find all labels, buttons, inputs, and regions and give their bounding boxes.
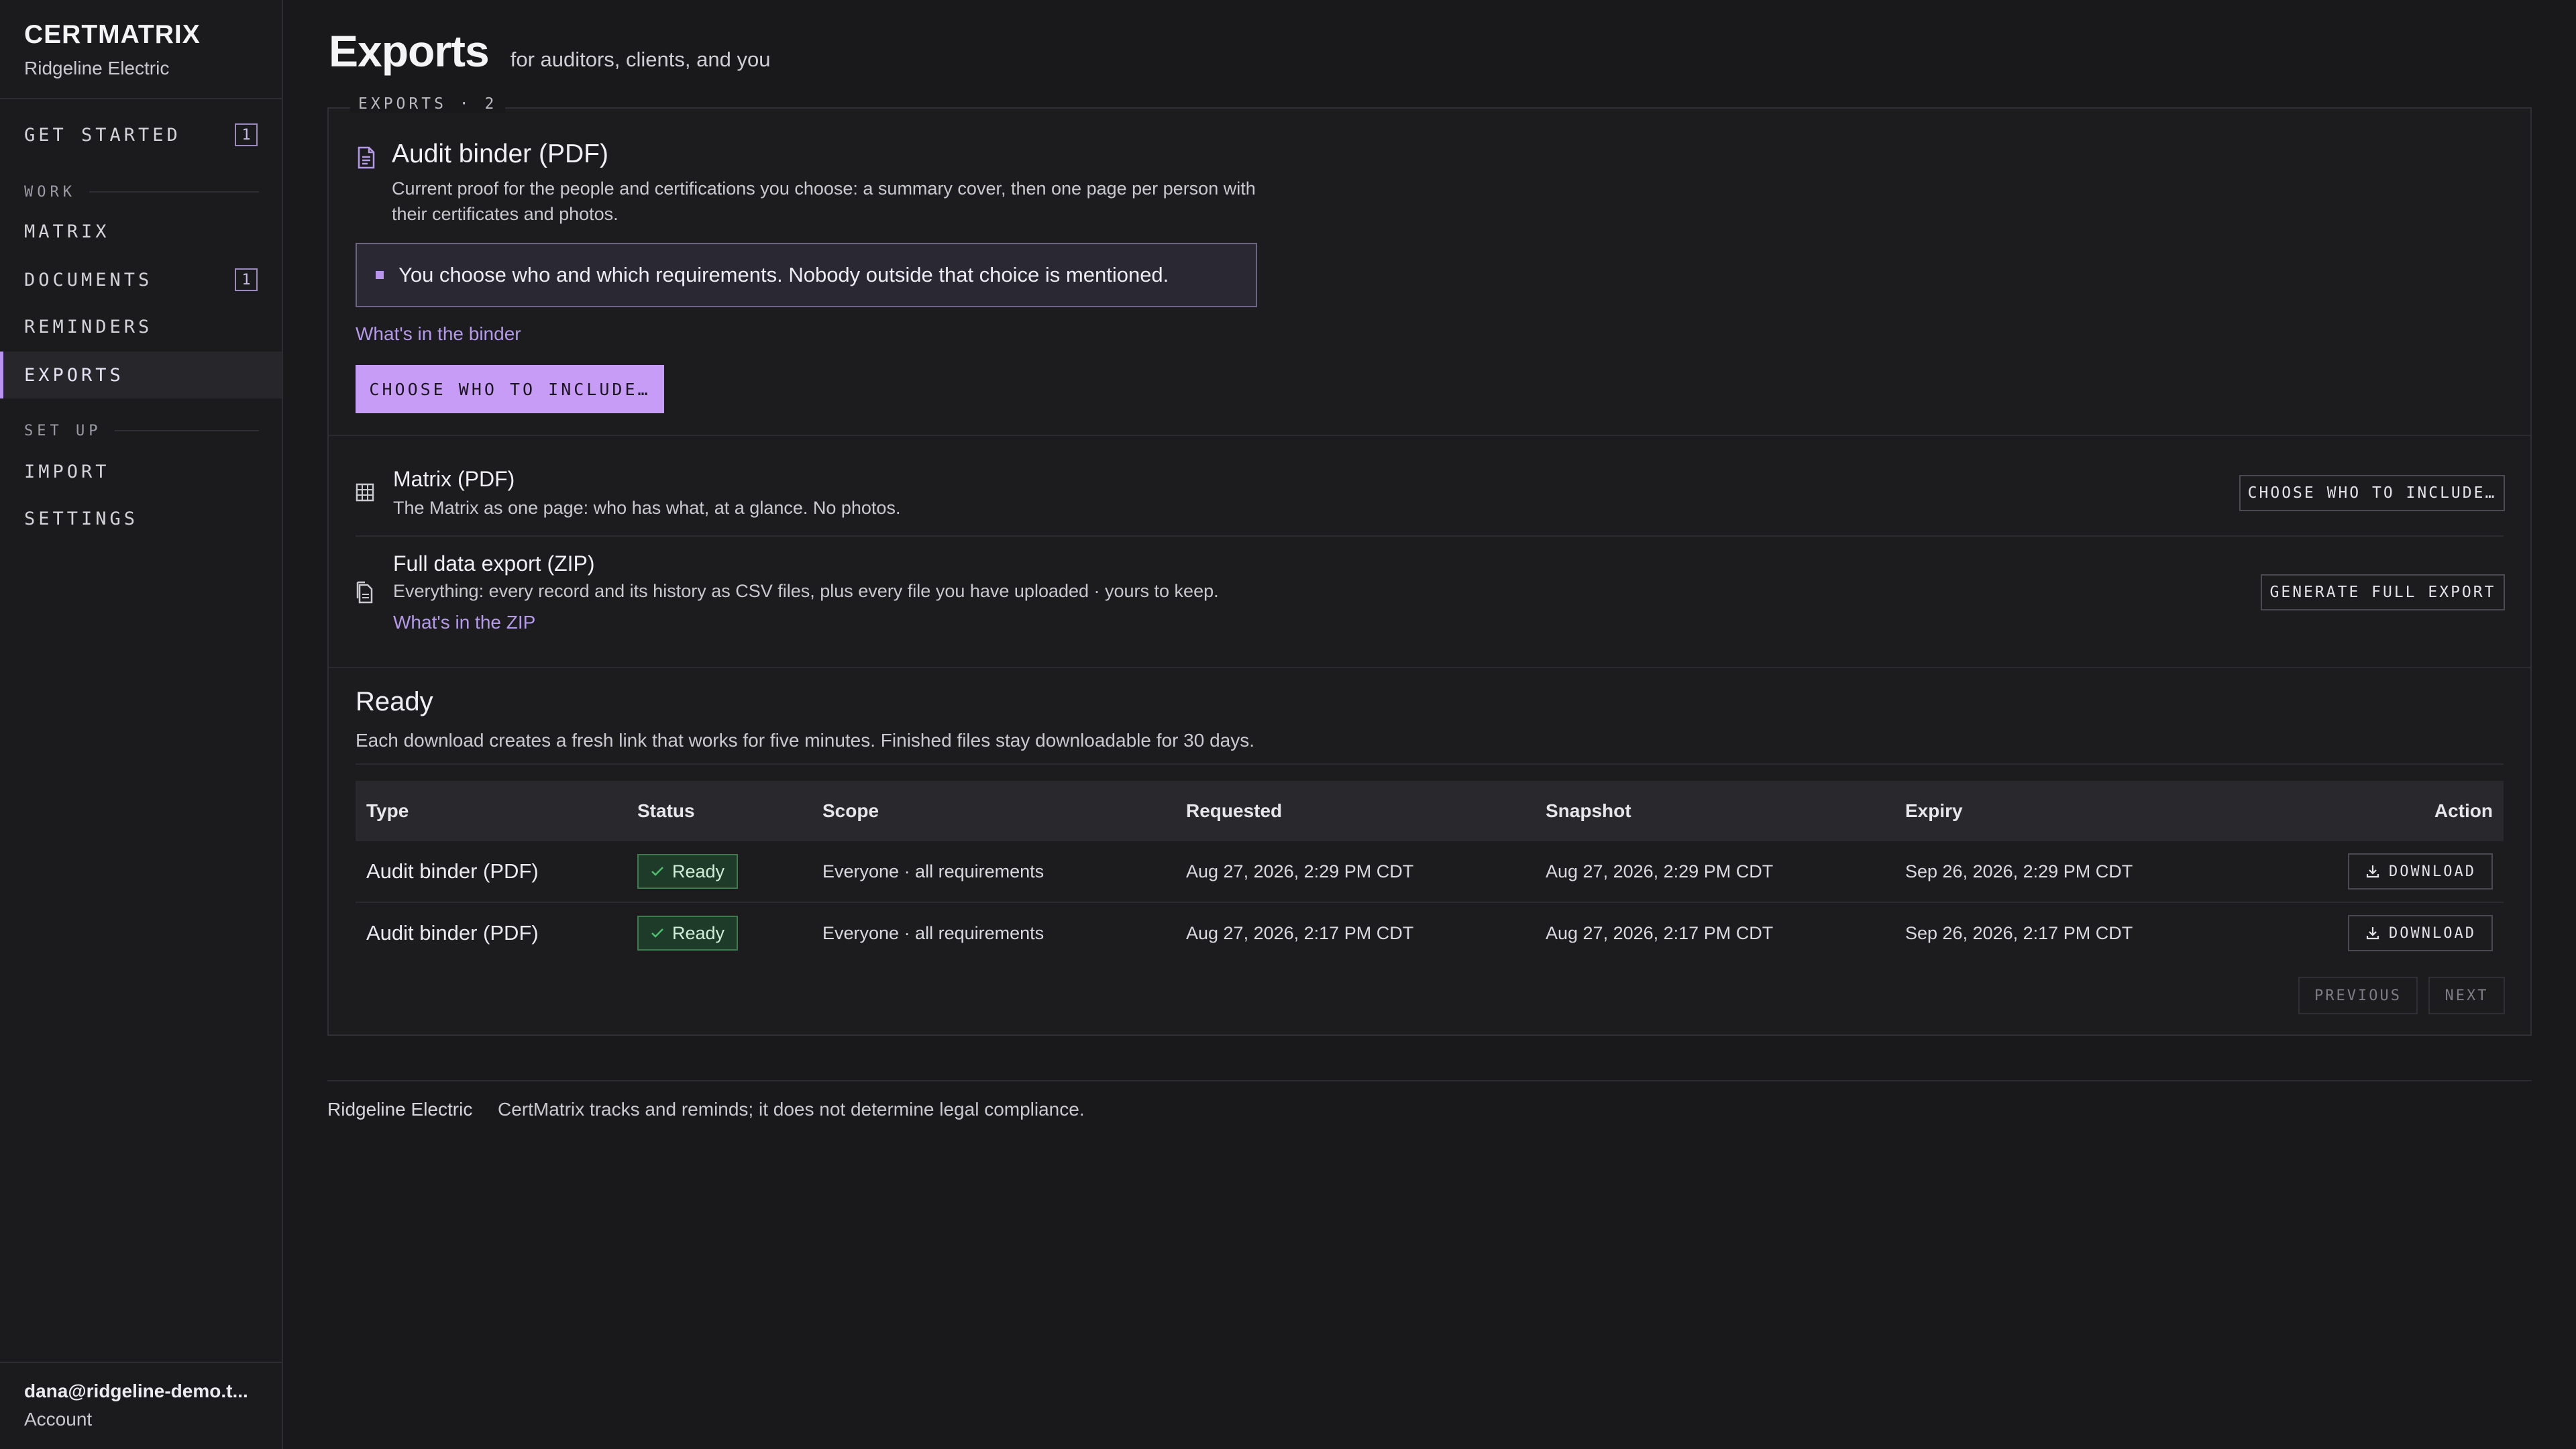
download-label: DOWNLOAD xyxy=(2389,863,2476,880)
check-icon xyxy=(651,928,663,938)
divider xyxy=(329,667,2530,668)
ready-title: Ready xyxy=(356,687,433,716)
row-type: Audit binder (PDF) xyxy=(366,859,539,883)
scope-callout: You choose who and which requirements. N… xyxy=(356,243,1257,307)
count-badge: 1 xyxy=(235,268,258,291)
page-subtitle: for auditors, clients, and you xyxy=(510,48,771,71)
count-badge: 1 xyxy=(235,123,258,146)
account-email: dana@ridgeline-demo.t... xyxy=(24,1381,248,1401)
row-type: Audit binder (PDF) xyxy=(366,921,539,945)
panel-legend: EXPORTS · 2 xyxy=(350,95,506,113)
divider xyxy=(329,435,2530,436)
footer-divider xyxy=(327,1080,2532,1081)
choose-who-matrix-button[interactable]: CHOOSE WHO TO INCLUDE… xyxy=(2239,475,2505,511)
nav-item-get-started[interactable]: GET STARTED 1 xyxy=(0,111,282,158)
column-header-snapshot: Snapshot xyxy=(1546,800,1631,821)
brand[interactable]: CERTMATRIX Ridgeline Electric xyxy=(24,20,201,79)
grid-icon xyxy=(356,483,374,502)
nav-item-exports[interactable]: EXPORTS xyxy=(0,352,282,398)
nav-item-matrix[interactable]: MATRIX xyxy=(0,208,282,255)
ready-description: Each download creates a fresh link that … xyxy=(356,730,1255,751)
matrix-pdf-description: The Matrix as one page: who has what, at… xyxy=(393,498,901,518)
nav-label: GET STARTED xyxy=(24,124,181,146)
generate-full-export-button[interactable]: GENERATE FULL EXPORT xyxy=(2261,574,2505,610)
nav-label: SETTINGS xyxy=(24,508,139,529)
column-header-type: Type xyxy=(366,800,409,821)
callout-text: You choose who and which requirements. N… xyxy=(398,263,1169,286)
matrix-pdf-title: Matrix (PDF) xyxy=(393,467,515,491)
row-expiry: Sep 26, 2026, 2:17 PM CDT xyxy=(1905,922,2133,943)
page-title: Exports xyxy=(329,26,490,76)
table-header: Type Status Scope Requested Snapshot Exp… xyxy=(356,781,2504,841)
bullet-icon xyxy=(376,271,384,279)
brand-org: Ridgeline Electric xyxy=(24,58,170,78)
full-export-title: Full data export (ZIP) xyxy=(393,551,595,576)
row-requested: Aug 27, 2026, 2:29 PM CDT xyxy=(1186,861,1414,881)
brand-name: CERTMATRIX xyxy=(24,20,201,49)
section-rule xyxy=(115,430,259,431)
divider xyxy=(356,535,2504,537)
row-scope: Everyone · all requirements xyxy=(822,861,1044,881)
nav-section-work: WORK xyxy=(24,182,259,202)
download-label: DOWNLOAD xyxy=(2389,924,2476,942)
files-icon xyxy=(356,581,373,604)
nav-label: MATRIX xyxy=(24,221,110,242)
nav-section-setup: SET UP xyxy=(24,421,259,441)
binder-contents-link[interactable]: What's in the binder xyxy=(356,323,521,345)
status-badge: Ready xyxy=(637,854,739,889)
status-badge: Ready xyxy=(637,916,739,951)
row-action: DOWNLOAD xyxy=(2308,853,2504,890)
column-header-action: Action xyxy=(2434,800,2493,821)
account-link[interactable]: Account xyxy=(24,1409,258,1430)
row-status: Ready xyxy=(637,854,822,889)
section-label: WORK xyxy=(24,183,76,201)
choose-who-binder-button[interactable]: CHOOSE WHO TO INCLUDE… xyxy=(356,365,664,413)
download-button[interactable]: DOWNLOAD xyxy=(2348,853,2493,890)
row-scope: Everyone · all requirements xyxy=(822,922,1044,943)
row-expiry: Sep 26, 2026, 2:29 PM CDT xyxy=(1905,861,2133,881)
footer-disclaimer: CertMatrix tracks and reminds; it does n… xyxy=(498,1099,1085,1120)
column-header-scope: Scope xyxy=(822,800,879,821)
download-icon xyxy=(2366,927,2379,940)
divider xyxy=(0,98,282,99)
nav-label: DOCUMENTS xyxy=(24,269,153,290)
divider xyxy=(356,763,2504,765)
nav-item-reminders[interactable]: REMINDERS xyxy=(0,303,282,350)
section-rule xyxy=(89,191,259,193)
download-button[interactable]: DOWNLOAD xyxy=(2348,915,2493,951)
column-header-expiry: Expiry xyxy=(1905,800,1963,821)
nav-label: IMPORT xyxy=(24,461,110,482)
zip-contents-link[interactable]: What's in the ZIP xyxy=(393,612,535,633)
row-snapshot: Aug 27, 2026, 2:17 PM CDT xyxy=(1546,922,1774,943)
nav-item-documents[interactable]: DOCUMENTS 1 xyxy=(0,256,282,303)
section-label: SET UP xyxy=(24,422,102,439)
exports-table: Type Status Scope Requested Snapshot Exp… xyxy=(356,781,2504,963)
page-header: Exports for auditors, clients, and you xyxy=(329,25,770,76)
next-page-button[interactable]: NEXT xyxy=(2428,977,2505,1014)
nav-item-settings[interactable]: SETTINGS xyxy=(0,495,282,542)
check-icon xyxy=(651,867,663,876)
row-requested: Aug 27, 2026, 2:17 PM CDT xyxy=(1186,922,1414,943)
full-export-description: Everything: every record and its history… xyxy=(393,581,1219,601)
audit-binder-title: Audit binder (PDF) xyxy=(392,140,608,168)
audit-binder-description: Current proof for the people and certifi… xyxy=(392,178,1256,224)
document-icon xyxy=(358,146,375,169)
row-status: Ready xyxy=(637,916,822,951)
footer-org: Ridgeline Electric xyxy=(327,1099,473,1120)
account-section[interactable]: dana@ridgeline-demo.t... Account xyxy=(0,1362,282,1430)
nav-item-import[interactable]: IMPORT xyxy=(0,448,282,495)
nav-label: REMINDERS xyxy=(24,316,153,337)
status-label: Ready xyxy=(672,922,725,943)
table-row: Audit binder (PDF) Ready Everyone · all … xyxy=(356,841,2504,903)
table-row: Audit binder (PDF) Ready Everyone · all … xyxy=(356,903,2504,963)
row-snapshot: Aug 27, 2026, 2:29 PM CDT xyxy=(1546,861,1774,881)
column-header-status: Status xyxy=(637,800,695,821)
row-action: DOWNLOAD xyxy=(2308,915,2504,951)
download-icon xyxy=(2366,865,2379,878)
sidebar: CERTMATRIX Ridgeline Electric GET STARTE… xyxy=(0,0,283,1449)
nav-label: EXPORTS xyxy=(24,364,124,386)
previous-page-button[interactable]: PREVIOUS xyxy=(2298,977,2418,1014)
column-header-requested: Requested xyxy=(1186,800,1283,821)
status-label: Ready xyxy=(672,861,725,881)
